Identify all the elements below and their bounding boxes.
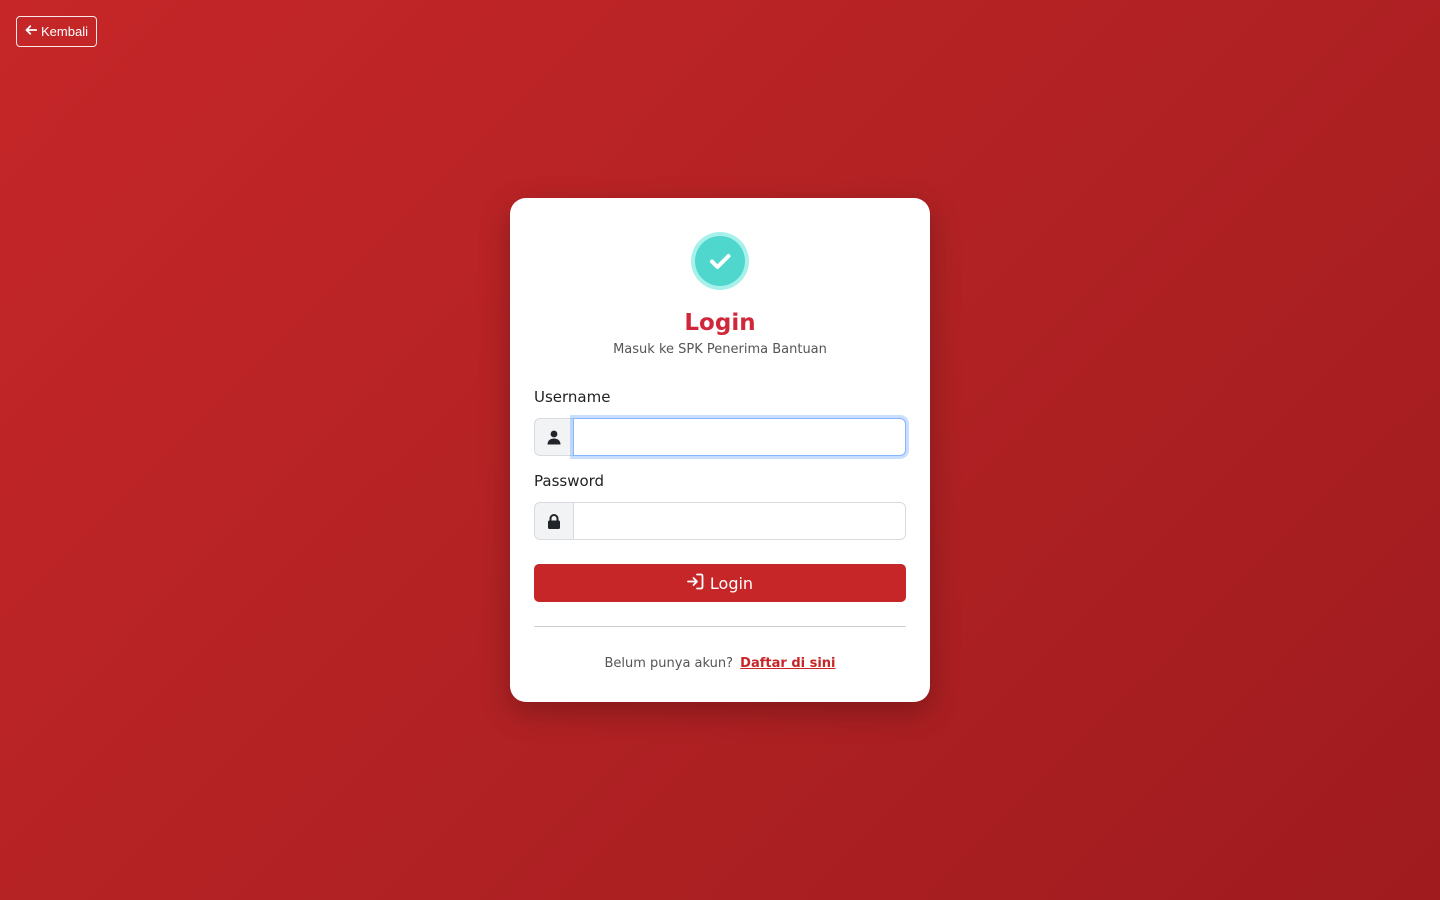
back-button[interactable]: Kembali <box>16 16 97 47</box>
lock-icon <box>534 502 573 540</box>
username-input[interactable] <box>573 418 906 456</box>
arrow-left-icon <box>25 24 38 39</box>
password-input[interactable] <box>573 502 906 540</box>
user-icon <box>534 418 573 456</box>
login-card: Login Masuk ke SPK Penerima Bantuan User… <box>510 198 930 702</box>
login-button[interactable]: Login <box>534 564 906 602</box>
register-prompt: Belum punya akun? Daftar di sini <box>534 656 906 671</box>
back-button-label: Kembali <box>41 24 88 39</box>
page-subtitle: Masuk ke SPK Penerima Bantuan <box>613 342 827 357</box>
divider <box>534 626 906 627</box>
page-title: Login <box>684 310 756 336</box>
register-prompt-text: Belum punya akun? <box>604 656 734 671</box>
password-label: Password <box>534 472 605 490</box>
password-group <box>534 502 906 540</box>
username-group <box>534 418 906 456</box>
register-link[interactable]: Daftar di sini <box>740 656 835 671</box>
username-label: Username <box>534 388 611 406</box>
check-circle-icon <box>691 232 749 290</box>
sign-in-icon <box>687 573 704 594</box>
login-button-label: Login <box>709 573 754 593</box>
